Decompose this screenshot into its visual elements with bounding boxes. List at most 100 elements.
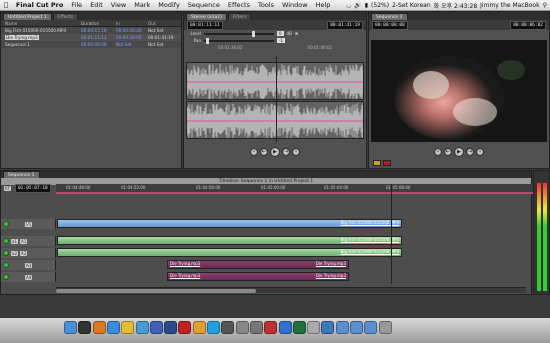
safari-icon[interactable] bbox=[106, 321, 120, 334]
text-edit-icon[interactable] bbox=[307, 321, 321, 334]
playhead[interactable] bbox=[276, 56, 277, 142]
menu-clock[interactable]: 화 오후 2:43:28 bbox=[434, 1, 478, 10]
menu-modify[interactable]: Modify bbox=[154, 1, 184, 9]
column-name[interactable]: Name bbox=[1, 20, 81, 26]
tab-stereo[interactable]: Stereo (a1a2) bbox=[186, 13, 227, 20]
pan-slider-thumb[interactable] bbox=[206, 37, 209, 44]
track-label[interactable]: A3 bbox=[25, 262, 33, 268]
audio-clip[interactable]: Big Fish 015000-015500.MP4 bbox=[57, 248, 402, 257]
prev-edit-button[interactable]: « bbox=[250, 148, 258, 156]
tab-filters[interactable]: Filters bbox=[227, 13, 252, 20]
track-audible-toggle[interactable] bbox=[3, 274, 9, 280]
browser-row-selected[interactable]: Die Trying.mp3 00:01:11:11 00:00:30:05 0… bbox=[1, 34, 181, 41]
play-in-out-button[interactable]: ⇤ bbox=[444, 148, 452, 156]
photoshop-icon[interactable] bbox=[164, 321, 178, 334]
track-label[interactable]: A2 bbox=[20, 250, 28, 256]
track-visibility-toggle[interactable] bbox=[3, 221, 9, 227]
track-audible-toggle[interactable] bbox=[3, 250, 9, 256]
play-button[interactable]: ▶ bbox=[270, 147, 280, 157]
menu-sequence[interactable]: Sequence bbox=[184, 1, 224, 9]
next-edit-button[interactable]: » bbox=[476, 148, 484, 156]
menu-mark[interactable]: Mark bbox=[130, 1, 154, 9]
pan-field[interactable]: -1 bbox=[277, 38, 285, 43]
track-label[interactable]: V1 bbox=[25, 221, 33, 227]
folder-icon[interactable] bbox=[335, 321, 349, 334]
app-store-icon[interactable] bbox=[278, 321, 292, 334]
wifi-icon[interactable]: ◡ bbox=[346, 2, 351, 9]
calendar-icon[interactable] bbox=[264, 321, 278, 334]
tab-timeline-sequence[interactable]: Sequence 1 bbox=[3, 171, 40, 178]
tab-sequence[interactable]: Sequence 1 bbox=[371, 13, 408, 20]
menu-tools[interactable]: Tools bbox=[254, 1, 278, 9]
reset-icon[interactable]: ✖ bbox=[295, 31, 298, 36]
timeline-current-timecode[interactable]: 01:05:07:18 bbox=[14, 184, 51, 193]
column-out[interactable]: Out bbox=[148, 20, 180, 26]
system-preferences-icon[interactable] bbox=[249, 321, 263, 334]
final-cut-icon[interactable] bbox=[221, 321, 235, 334]
chrome-icon[interactable] bbox=[121, 321, 135, 334]
audio-waveform-right[interactable] bbox=[186, 101, 364, 139]
acrobat-icon[interactable] bbox=[178, 321, 192, 334]
firefox-icon[interactable] bbox=[92, 321, 106, 334]
folder-icon[interactable] bbox=[350, 321, 363, 334]
battery-icon[interactable]: ▮ bbox=[365, 2, 368, 9]
track-audible-toggle[interactable] bbox=[3, 262, 9, 268]
source-patch[interactable]: a1 bbox=[11, 238, 18, 244]
menu-effects[interactable]: Effects bbox=[224, 1, 254, 9]
prev-edit-button[interactable]: « bbox=[434, 148, 442, 156]
source-patch[interactable]: a2 bbox=[11, 250, 18, 256]
next-edit-button[interactable]: » bbox=[292, 148, 300, 156]
spotlight-icon[interactable]: ⚲ bbox=[543, 2, 547, 9]
insert-edit-button[interactable] bbox=[373, 160, 381, 166]
preview-icon[interactable] bbox=[321, 321, 335, 334]
downloads-icon[interactable] bbox=[364, 321, 378, 334]
play-around-button[interactable]: ⇥ bbox=[282, 148, 290, 156]
viewer-current-timecode[interactable]: 00:01:41:19 bbox=[327, 20, 363, 30]
dashboard-icon[interactable] bbox=[78, 321, 92, 334]
video-clip[interactable]: Big Fish 015000-015500.MP4 bbox=[57, 219, 402, 228]
music-clip[interactable]: Die Trying.mp3 Die Trying.mp3 bbox=[167, 272, 349, 281]
track-label[interactable]: A1 bbox=[20, 238, 28, 244]
apple-menu-icon[interactable]:  bbox=[0, 1, 12, 9]
canvas-current-timecode[interactable]: 00:00:06:02 bbox=[510, 20, 546, 30]
menu-help[interactable]: Help bbox=[312, 1, 335, 9]
menu-edit[interactable]: Edit bbox=[86, 1, 107, 9]
column-in[interactable]: In bbox=[116, 20, 148, 26]
level-field[interactable]: 0 bbox=[277, 31, 284, 36]
finder-icon[interactable] bbox=[64, 321, 77, 334]
audio-waveform-left[interactable] bbox=[186, 62, 364, 100]
browser-row[interactable]: Big Fish 015000-015500.MP4 00:04:15:18 0… bbox=[1, 27, 181, 34]
menu-window[interactable]: Window bbox=[278, 1, 312, 9]
itunes-icon[interactable] bbox=[149, 321, 163, 334]
pan-slider[interactable] bbox=[204, 37, 274, 44]
rt-menu[interactable]: RT bbox=[4, 186, 11, 191]
volume-icon[interactable]: 🔊 bbox=[354, 2, 361, 9]
audio-clip[interactable]: Big Fish 015000-015500.MP4 bbox=[57, 236, 402, 245]
user-name[interactable]: Jimmy the MacBook bbox=[480, 2, 539, 9]
track-audible-toggle[interactable] bbox=[3, 238, 9, 244]
illustrator-icon[interactable] bbox=[192, 321, 206, 334]
play-around-button[interactable]: ⇥ bbox=[466, 148, 474, 156]
skype-icon[interactable] bbox=[207, 321, 220, 334]
app-menu[interactable]: Final Cut Pro bbox=[12, 1, 67, 9]
music-clip[interactable]: Die Trying.mp3 Die Trying.mp3 bbox=[167, 260, 349, 269]
mail-icon[interactable] bbox=[135, 321, 149, 334]
viewer-duration-timecode[interactable]: 00:01:11:11 bbox=[187, 20, 223, 30]
timeline-scrollbar[interactable] bbox=[56, 287, 526, 293]
canvas-video-frame[interactable] bbox=[371, 40, 547, 142]
input-source[interactable]: 2-Set Korean bbox=[392, 2, 431, 9]
trash-icon[interactable] bbox=[378, 321, 392, 334]
level-slider-thumb[interactable] bbox=[252, 30, 255, 37]
ftp-icon[interactable] bbox=[292, 321, 306, 334]
level-slider[interactable] bbox=[204, 30, 274, 37]
column-duration[interactable]: Duration bbox=[81, 20, 116, 26]
scrollbar-thumb[interactable] bbox=[56, 289, 256, 293]
track-label[interactable]: A4 bbox=[25, 274, 33, 280]
tab-project[interactable]: Untitled Project 1 bbox=[3, 13, 52, 20]
timeline-ruler[interactable]: 01:04:48:00 01:04:52:00 01:04:56:00 01:0… bbox=[56, 184, 533, 194]
compressor-icon[interactable] bbox=[235, 321, 249, 334]
menu-view[interactable]: View bbox=[107, 1, 130, 9]
menu-file[interactable]: File bbox=[67, 1, 86, 9]
tab-effects[interactable]: Effects bbox=[52, 13, 79, 20]
browser-row[interactable]: Sequence 1 00:00:08:08 Not Set Not Set bbox=[1, 41, 181, 48]
